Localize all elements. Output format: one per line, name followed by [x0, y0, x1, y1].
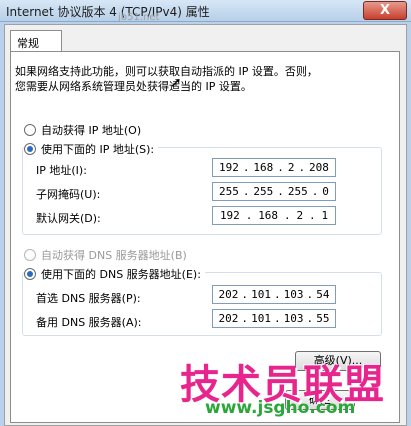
ip-octet: 255: [218, 185, 239, 198]
preferred-dns-label: 首选 DNS 服务器(P):: [36, 292, 141, 305]
ip-octet: 54: [316, 288, 330, 301]
ip-octet: 101: [251, 288, 271, 301]
ip-octet: 202: [218, 288, 239, 301]
alternate-dns-input[interactable]: 202. 101. 103. 55: [212, 309, 336, 328]
radio-manual-dns[interactable]: 使用下面的 DNS 服务器地址(E):: [24, 266, 205, 282]
ip-octet: 208: [309, 161, 329, 174]
close-button[interactable]: X: [363, 1, 407, 20]
subnet-mask-label: 子网掩码(U):: [36, 188, 101, 201]
subnet-mask-input[interactable]: 255. 255. 255. 0: [212, 182, 336, 201]
ip-address-label: IP 地址(I):: [36, 164, 87, 177]
description-line-1: 如果网络支持此功能，则可以获取自动指派的 IP 设置。否则，: [15, 65, 318, 78]
description-text: 如果网络支持此功能，则可以获取自动指派的 IP 设置。否则， 您需要从网络系统管…: [15, 64, 375, 94]
radio-auto-ip-indicator[interactable]: [24, 124, 36, 136]
ip-octet: 0: [322, 185, 329, 198]
radio-auto-ip-label: 自动获得 IP 地址(O): [41, 124, 142, 137]
tab-general[interactable]: 常规: [10, 30, 62, 52]
radio-manual-ip[interactable]: 使用下面的 IP 地址(S):: [24, 141, 159, 157]
ip-octet: 255: [253, 185, 274, 198]
watermark-top: jb51.net: [118, 12, 160, 23]
ip-octet: 2: [287, 161, 295, 174]
watermark-url: www.jsgho.com: [205, 398, 356, 418]
ip-address-input[interactable]: 192. 168. 2. 208: [212, 158, 336, 177]
radio-manual-dns-indicator[interactable]: [24, 268, 36, 280]
window-title: Internet 协议版本 4 (TCP/IPv4) 属性: [6, 5, 210, 19]
ip-octet: 103: [283, 312, 304, 325]
close-icon: X: [379, 3, 391, 18]
default-gateway-label: 默认网关(D):: [36, 212, 101, 225]
radio-auto-dns-indicator[interactable]: [24, 249, 36, 261]
ip-octet: 103: [283, 288, 304, 301]
radio-auto-ip[interactable]: 自动获得 IP 地址(O): [24, 122, 141, 138]
ip-octet: 255: [287, 185, 308, 198]
ip-octet: 2: [296, 209, 304, 222]
radio-auto-dns-label: 自动获得 DNS 服务器地址(B): [41, 249, 187, 262]
description-line-2: 您需要从网络系统管理员处获得适当的 IP 设置。: [15, 80, 252, 93]
title-bar: Internet 协议版本 4 (TCP/IPv4) 属性 X: [0, 0, 411, 22]
ip-octet: 101: [251, 312, 271, 325]
preferred-dns-input[interactable]: 202. 101. 103. 54: [212, 285, 336, 304]
radio-auto-dns[interactable]: 自动获得 DNS 服务器地址(B): [24, 247, 187, 263]
radio-manual-ip-label: 使用下面的 IP 地址(S):: [41, 143, 155, 156]
mouse-pointer-icon: ➚: [170, 75, 182, 91]
ip-octet: 202: [218, 312, 239, 325]
radio-manual-dns-label: 使用下面的 DNS 服务器地址(E):: [41, 268, 201, 281]
default-gateway-input[interactable]: 192. 168. 2. 1: [212, 206, 336, 225]
alternate-dns-label: 备用 DNS 服务器(A):: [36, 316, 142, 329]
radio-manual-ip-indicator[interactable]: [24, 143, 36, 155]
ip-octet: 168: [258, 209, 279, 222]
ip-octet: 192: [219, 209, 240, 222]
ip-octet: 55: [316, 312, 330, 325]
ip-octet: 168: [253, 161, 274, 174]
ip-octet: 1: [321, 209, 329, 222]
ip-octet: 192: [218, 161, 239, 174]
